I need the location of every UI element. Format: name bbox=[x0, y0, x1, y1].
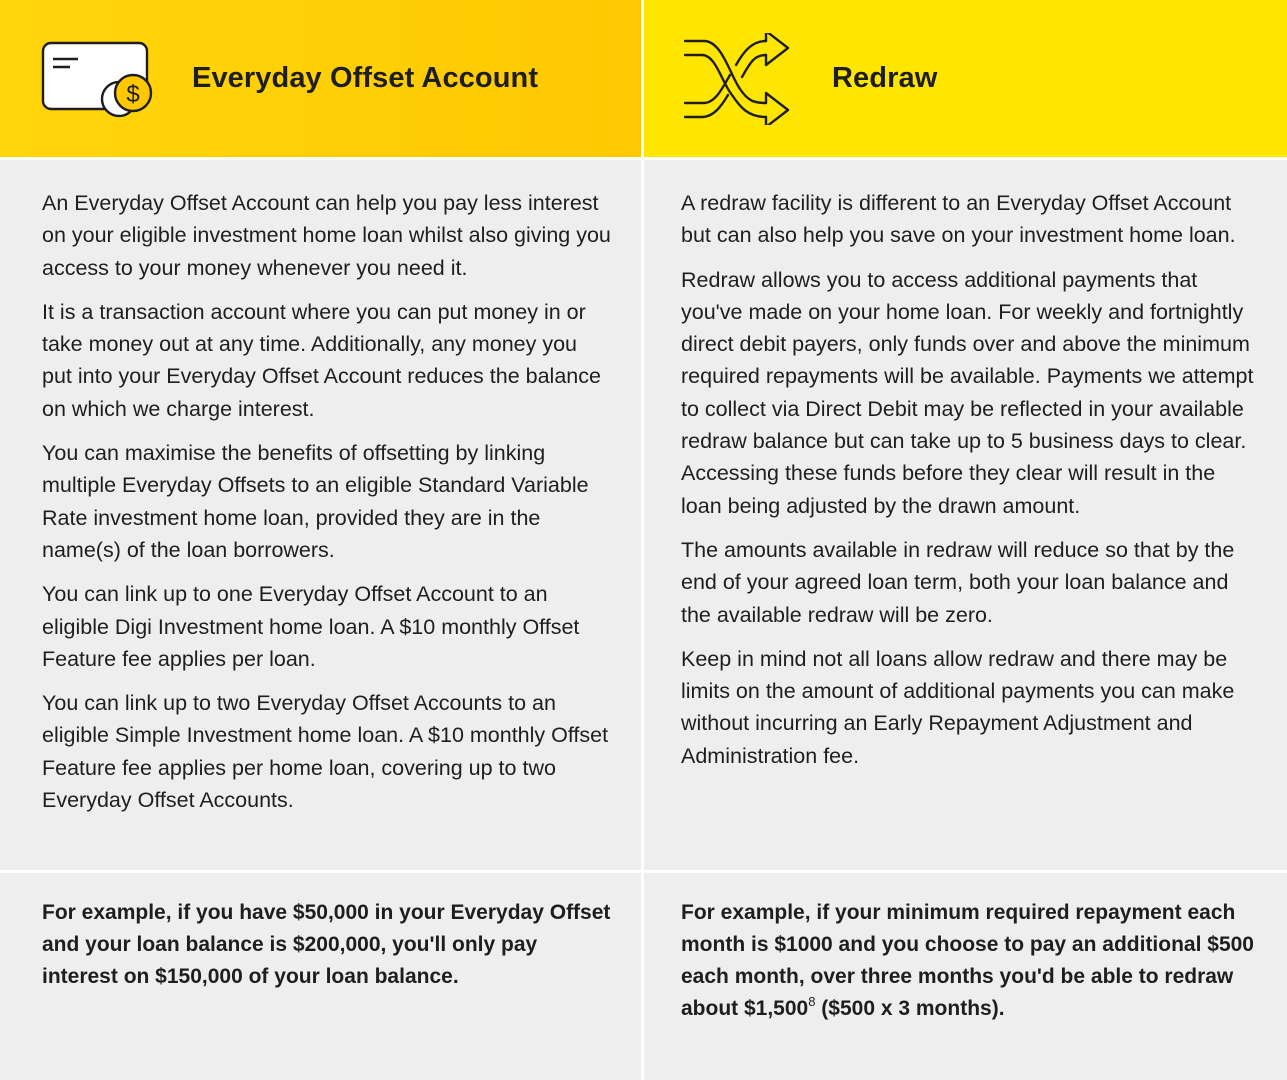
offset-paragraph: You can link up to two Everyday Offset A… bbox=[42, 691, 609, 813]
redraw-header: Redraw bbox=[644, 0, 1287, 160]
card-coin-icon: $ bbox=[41, 41, 153, 117]
offset-paragraph: You can link up to one Everyday Offset A… bbox=[42, 582, 580, 671]
offset-paragraph: An Everyday Offset Account can help you … bbox=[42, 191, 611, 280]
offset-paragraph: It is a transaction account where you ca… bbox=[42, 299, 601, 421]
redraw-paragraph: A redraw facility is different to an Eve… bbox=[681, 191, 1236, 248]
redraw-description: A redraw facility is different to an Eve… bbox=[644, 160, 1287, 873]
offset-description: An Everyday Offset Account can help you … bbox=[0, 160, 644, 873]
shuffle-arrows-icon bbox=[683, 32, 790, 125]
offset-header: $ Everyday Offset Account bbox=[0, 0, 644, 160]
redraw-paragraph: Redraw allows you to access additional p… bbox=[681, 267, 1254, 518]
redraw-example-text: For example, if your minimum required re… bbox=[644, 873, 1287, 1025]
offset-example-text: For example, if you have $50,000 in your… bbox=[42, 901, 611, 988]
offset-paragraph: You can maximise the benefits of offsett… bbox=[42, 441, 589, 562]
comparison-table: $ Everyday Offset Account Redraw An Ever… bbox=[0, 0, 1287, 1080]
redraw-paragraph: The amounts available in redraw will red… bbox=[681, 537, 1235, 627]
redraw-paragraph: Keep in mind not all loans allow redraw … bbox=[681, 646, 1235, 768]
redraw-example-tail: ($500 x 3 months). bbox=[815, 997, 1005, 1020]
redraw-example: For example, if your minimum required re… bbox=[644, 873, 1287, 1080]
offset-title: Everyday Offset Account bbox=[192, 62, 539, 94]
redraw-title: Redraw bbox=[832, 62, 938, 94]
offset-example: For example, if you have $50,000 in your… bbox=[0, 873, 644, 1080]
svg-text:$: $ bbox=[126, 81, 139, 108]
